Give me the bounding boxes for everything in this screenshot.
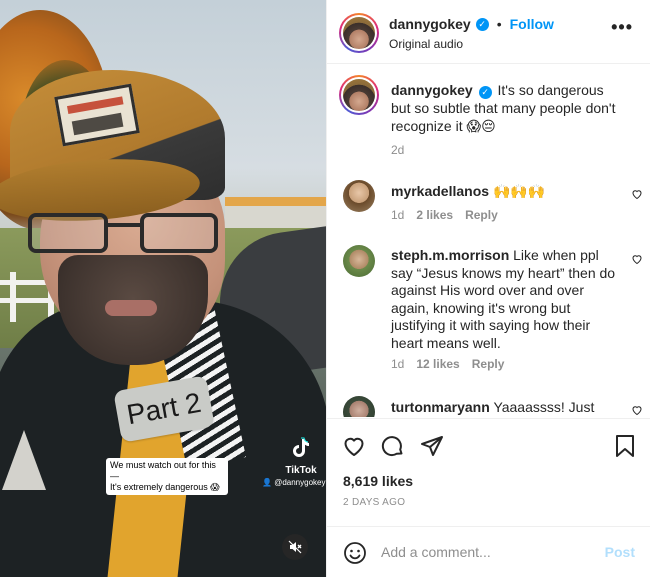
glasses [28,205,218,255]
comment-item: myrkadellanos 🙌🙌🙌 1d 2 likes Reply [343,180,643,225]
tiktok-logo-icon [277,437,325,465]
caption-body: dannygokey ✓ It's so dangerous but so su… [391,81,623,135]
heart-icon [344,437,364,456]
user-icon: 👤 [262,478,272,487]
video-caption: We must watch out for this— It's extreme… [106,458,228,495]
building-scenery [225,197,326,230]
post-panel: dannygokey ✓ • Follow Original audio •••… [326,0,650,577]
header-username[interactable]: dannygokey [389,16,471,32]
caption-line: We must watch out for this— [110,460,216,481]
comment-text: Yaaaassss! Just [493,399,595,415]
video-player[interactable]: Part 2 We must watch out for this— It's … [0,0,326,577]
comment-composer: Post [327,526,650,577]
comment-input[interactable] [381,540,591,564]
avatar[interactable] [339,13,379,53]
like-comment-icon[interactable] [631,188,643,203]
comment-button[interactable] [380,433,406,459]
tiktok-watermark: TikTok [277,437,325,476]
caption-time[interactable]: 2d [391,143,404,157]
comment-icon [381,436,403,457]
comment-item: turtonmaryann Yaaaassss! Just [343,396,643,417]
comment-item: steph.m.morrison Like when ppl say “Jesu… [343,245,643,375]
more-options-icon[interactable]: ••• [611,18,633,36]
comments-list[interactable]: dannygokey ✓ It's so dangerous but so su… [327,64,650,417]
comment-time[interactable]: 1d [391,357,404,371]
comment-meta: 1d 12 likes Reply [391,357,504,371]
mute-button[interactable] [282,534,308,560]
separator-dot: • [496,16,502,32]
likes-count[interactable]: 8,619 likes [343,473,413,489]
comment-username[interactable]: myrkadellanos [391,183,489,199]
like-comment-icon[interactable] [631,404,643,417]
like-button[interactable] [341,433,367,459]
comment-meta: 1d 2 likes Reply [391,208,498,222]
save-button[interactable] [612,433,638,459]
caption-username[interactable]: dannygokey [391,82,473,98]
send-icon [421,436,443,456]
tiktok-label: TikTok [285,465,317,476]
avatar[interactable] [343,396,375,417]
verified-badge-icon: ✓ [478,85,492,99]
comment-body: steph.m.morrison Like when ppl say “Jesu… [391,247,623,352]
post-actions: 8,619 likes 2 DAYS AGO [327,418,650,526]
audio-link[interactable]: Original audio [389,37,463,51]
avatar[interactable] [343,245,375,277]
share-button[interactable] [419,433,445,459]
caption-meta: 2d [391,143,404,157]
comment-body: myrkadellanos 🙌🙌🙌 [391,182,623,200]
tiktok-handle: 👤 @dannygokey [262,478,325,487]
caption-line: It's extremely dangerous 😱 [110,482,220,492]
avatar[interactable] [339,75,379,115]
post-date[interactable]: 2 DAYS AGO [343,497,405,508]
mouth [105,300,157,316]
reply-button[interactable]: Reply [472,357,505,371]
bookmark-icon [616,435,634,457]
reply-button[interactable]: Reply [465,208,498,222]
comment-body: turtonmaryann Yaaaassss! Just [391,398,623,416]
verified-badge-icon: ✓ [475,17,489,31]
comment-username[interactable]: steph.m.morrison [391,247,509,263]
comment-likes[interactable]: 12 likes [416,357,459,371]
follow-button[interactable]: Follow [510,16,554,32]
emoji-icon [344,542,366,564]
speaker-muted-icon [288,540,302,554]
post-button[interactable]: Post [605,544,635,560]
comment-time[interactable]: 1d [391,208,404,222]
comment-likes[interactable]: 2 likes [416,208,453,222]
post-caption: dannygokey ✓ It's so dangerous but so su… [339,75,643,159]
emoji-picker-button[interactable] [343,541,367,565]
avatar[interactable] [343,180,375,212]
comment-text: 🙌🙌🙌 [492,183,546,199]
header-user-line: dannygokey ✓ • Follow [389,16,554,32]
like-comment-icon[interactable] [631,253,643,268]
part-2-text: Part 2 [124,386,204,431]
post-header: dannygokey ✓ • Follow Original audio ••• [327,0,650,64]
tiktok-handle-text: @dannygokey [274,478,326,487]
comment-username[interactable]: turtonmaryann [391,399,490,415]
